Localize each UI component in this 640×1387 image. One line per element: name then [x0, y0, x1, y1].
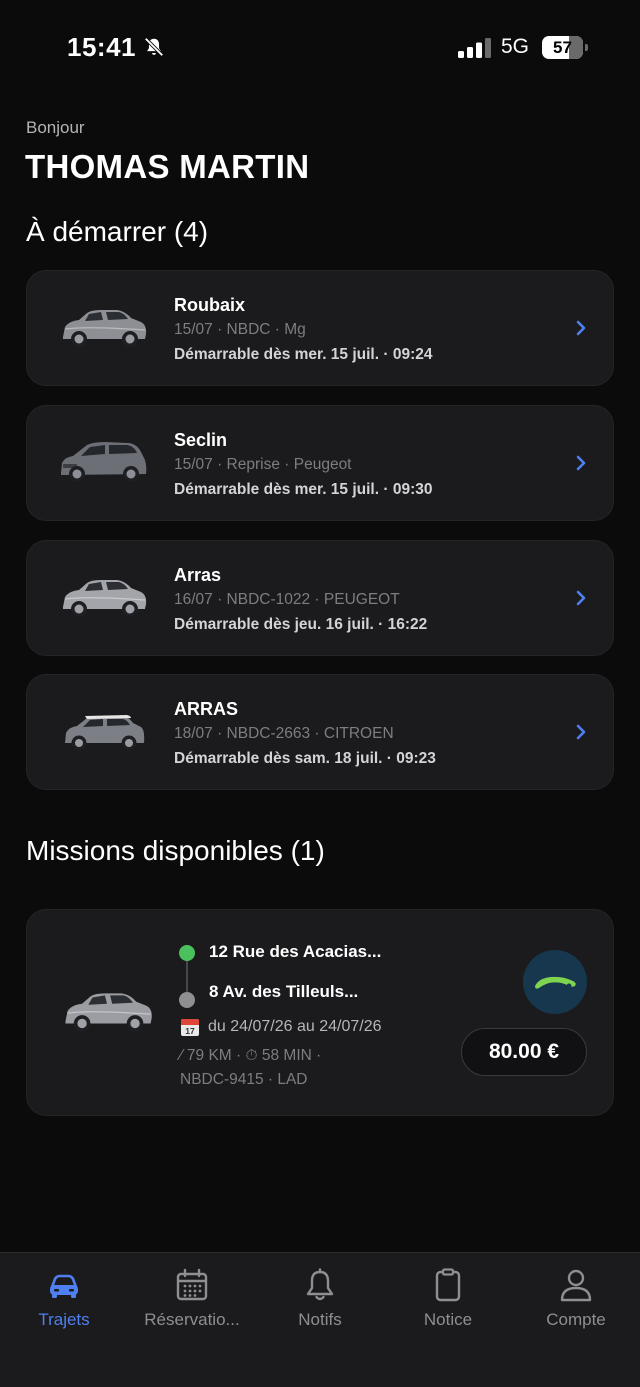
calendar-icon-day: 17: [185, 1026, 195, 1036]
bell-off-icon: [144, 37, 164, 57]
mission-dates: du 24/07/26 au 24/07/26: [208, 1018, 382, 1035]
mission-price[interactable]: 80.00 €: [461, 1028, 587, 1076]
trip-card[interactable]: Seclin 15/07 · Reprise · Peugeot Démarra…: [26, 405, 614, 521]
calendar-icon: [176, 1268, 208, 1301]
tab-label: Notifs: [298, 1310, 342, 1329]
calendar-icon: 17: [181, 1019, 199, 1036]
mission-distance-duration: ⁄ 79 KM · ⏱ 58 MIN ·: [180, 1047, 322, 1064]
trip-title: ARRAS: [174, 699, 239, 719]
trip-card[interactable]: ARRAS 18/07 · NBDC-2663 · CITROEN Démarr…: [26, 674, 614, 790]
battery-level: 57: [553, 38, 572, 57]
status-bar: 15:41 5G 57: [0, 0, 640, 96]
clipboard-icon: [435, 1268, 461, 1302]
destination-address: 8 Av. des Tilleuls...: [209, 982, 359, 1001]
trip-card[interactable]: Roubaix 15/07 · NBDC · Mg Démarrable dès…: [26, 270, 614, 386]
status-time: 15:41: [67, 32, 136, 62]
trip-subtitle: 16/07 · NBDC-1022 · PEUGEOT: [174, 591, 400, 608]
tab-notice[interactable]: Notice: [384, 1253, 512, 1343]
trip-title: Arras: [174, 565, 222, 585]
network-type: 5G: [501, 35, 530, 58]
tab-label: Réservatio...: [144, 1310, 240, 1329]
car-icon: [50, 1274, 78, 1298]
tab-label: Trajets: [38, 1310, 90, 1329]
trip-start-time: Démarrable dès sam. 18 juil. · 09:23: [174, 750, 436, 767]
car-image: [65, 715, 145, 751]
car-image: [63, 310, 147, 347]
chevron-right-icon: [576, 724, 586, 740]
trip-start-time: Démarrable dès mer. 15 juil. · 09:24: [174, 346, 433, 363]
greeting: Bonjour: [26, 118, 85, 137]
mission-card[interactable]: 12 Rue des Acacias... 8 Av. des Tilleuls…: [26, 909, 614, 1116]
tab-compte[interactable]: Compte: [512, 1253, 640, 1343]
car-image: [65, 993, 152, 1032]
bell-icon: [306, 1268, 334, 1301]
chevron-right-icon: [576, 320, 586, 336]
origin-dot: [179, 945, 195, 961]
chevron-right-icon: [576, 590, 586, 606]
trip-title: Roubaix: [174, 295, 246, 315]
tab-trajets[interactable]: Trajets: [0, 1253, 128, 1343]
origin-address: 12 Rue des Acacias...: [209, 942, 382, 961]
mission-reference: NBDC-9415 · LAD: [180, 1071, 308, 1088]
trip-subtitle: 15/07 · Reprise · Peugeot: [174, 456, 352, 473]
section-title-missions: Missions disponibles (1): [26, 835, 325, 866]
tab-notifs[interactable]: Notifs: [256, 1253, 384, 1343]
trip-subtitle: 18/07 · NBDC-2663 · CITROEN: [174, 725, 394, 742]
car-logo-icon: [535, 976, 576, 989]
company-logo: [523, 950, 587, 1014]
tab-bar: Trajets Réservatio... Notifs Notice Comp…: [0, 1252, 640, 1387]
chevron-right-icon: [576, 455, 586, 471]
trip-start-time: Démarrable dès jeu. 16 juil. · 16:22: [174, 616, 428, 633]
user-name: THOMAS MARTIN: [25, 148, 310, 185]
car-image: [63, 580, 147, 617]
tab-reservations[interactable]: Réservatio...: [128, 1253, 256, 1343]
trip-title: Seclin: [174, 430, 228, 450]
car-image: [61, 442, 147, 482]
trip-start-time: Démarrable dès mer. 15 juil. · 09:30: [174, 481, 433, 498]
person-icon: [560, 1269, 592, 1302]
trip-subtitle: 15/07 · NBDC · Mg: [174, 321, 306, 338]
trip-card[interactable]: Arras 16/07 · NBDC-1022 · PEUGEOT Démarr…: [26, 540, 614, 656]
tab-label: Compte: [546, 1310, 606, 1329]
tab-label: Notice: [423, 1310, 473, 1329]
battery-icon: 57: [542, 36, 588, 59]
signal-icon: [458, 38, 491, 58]
destination-dot: [179, 992, 195, 1008]
section-title-to-start: À démarrer (4): [26, 216, 209, 247]
